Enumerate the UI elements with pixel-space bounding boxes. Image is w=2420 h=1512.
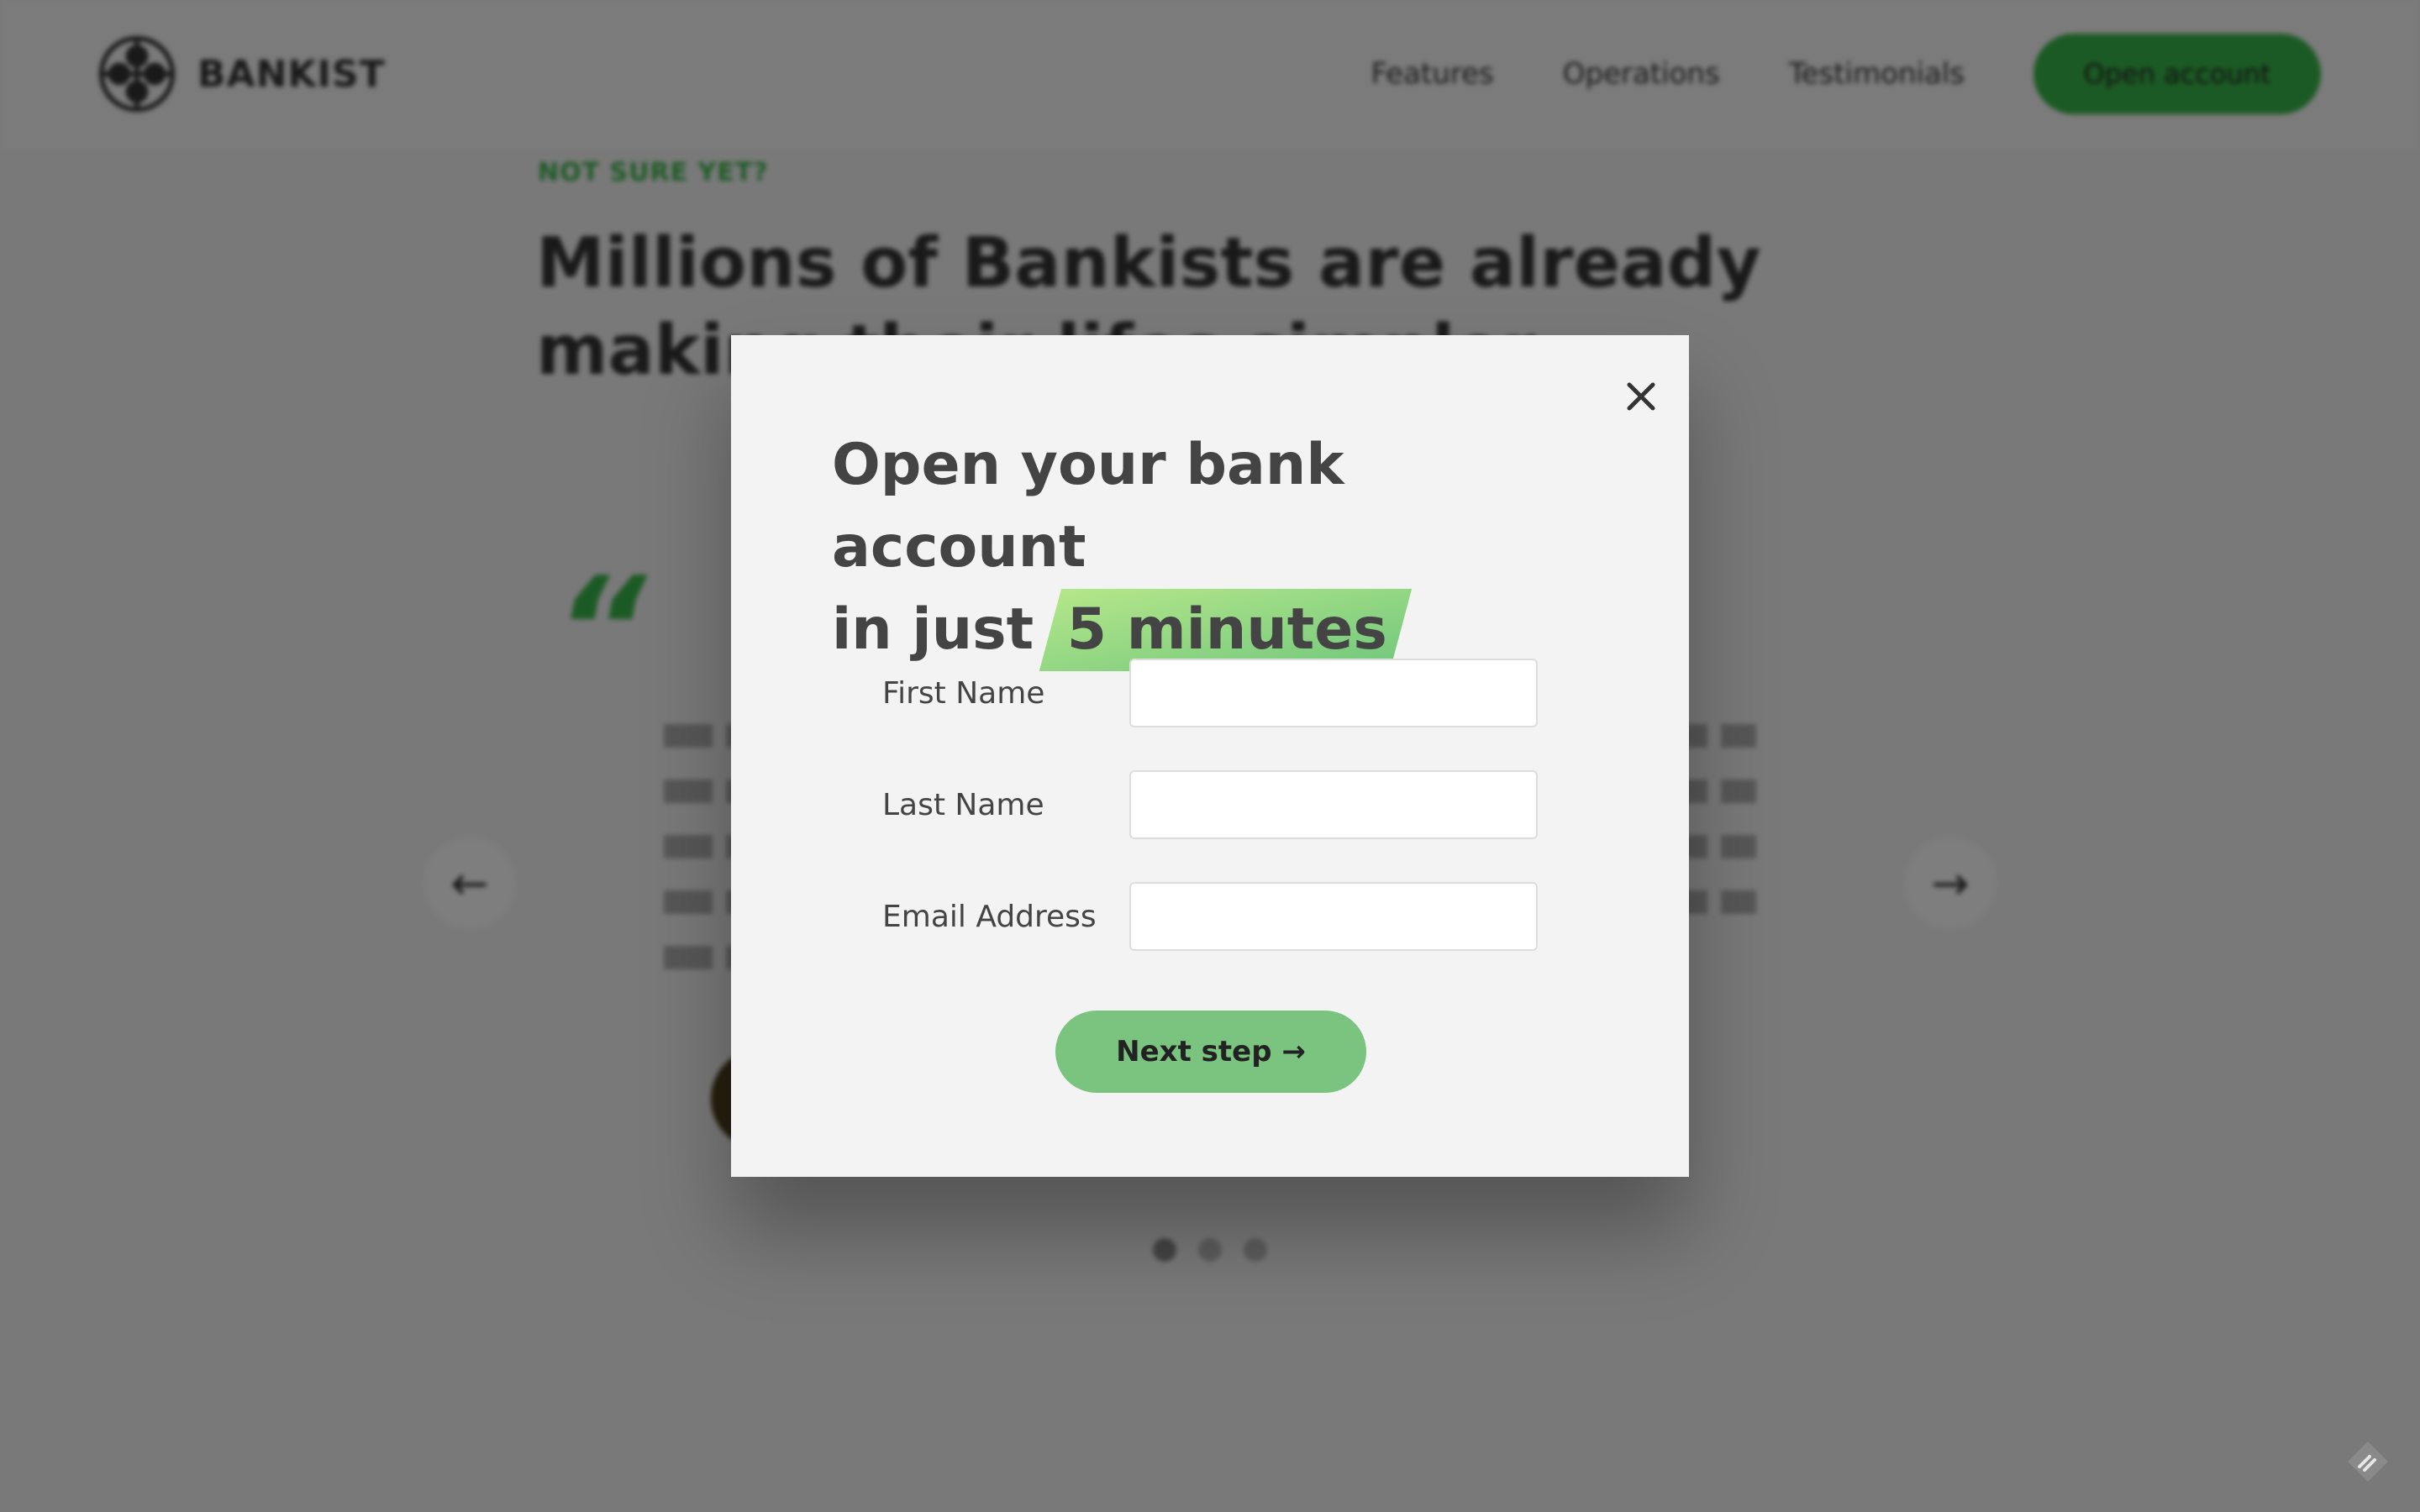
first-name-input[interactable] (1129, 659, 1538, 727)
modal-title: Open your bank account in just 5 minutes (832, 424, 1588, 671)
modal-title-line1: Open your bank account (832, 432, 1344, 580)
email-address-label: Email Address (882, 899, 1097, 934)
form-row-email: Email Address (882, 882, 1538, 951)
email-address-input[interactable] (1129, 882, 1538, 951)
modal-title-prefix: in just (832, 596, 1034, 663)
open-account-form: First Name Last Name Email Address (882, 659, 1538, 994)
first-name-label: First Name (882, 675, 1045, 711)
form-row-first-name: First Name (882, 659, 1538, 727)
next-step-button[interactable]: Next step → (1055, 1011, 1366, 1093)
last-name-label: Last Name (882, 787, 1044, 822)
close-icon (1627, 382, 1655, 411)
app-corner-icon[interactable] (2344, 1438, 2391, 1485)
close-modal-button[interactable] (1612, 367, 1670, 426)
last-name-input[interactable] (1129, 770, 1538, 839)
form-row-last-name: Last Name (882, 770, 1538, 839)
open-account-modal: Open your bank account in just 5 minutes… (731, 335, 1689, 1177)
